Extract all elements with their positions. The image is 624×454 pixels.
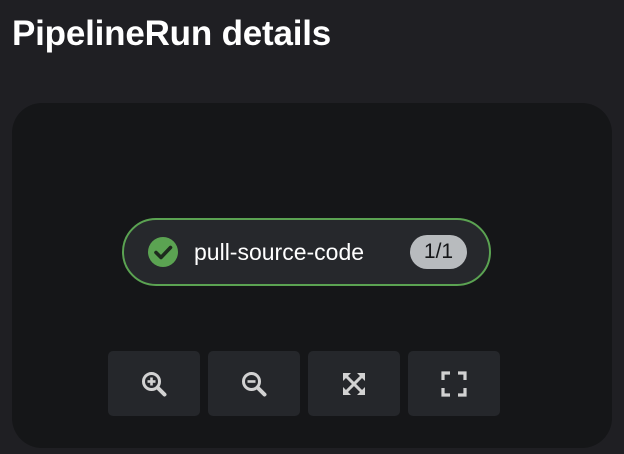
task-name: pull-source-code (194, 239, 365, 265)
topology-control-bar (108, 351, 500, 416)
zoom-out-button[interactable] (208, 351, 300, 416)
task-count-badge: 1/1 (410, 235, 467, 269)
zoom-out-icon (242, 371, 267, 396)
reset-view-button[interactable] (408, 351, 500, 416)
expand-arrows-icon (343, 372, 365, 395)
pipeline-topology-panel[interactable]: pull-source-code 1/1 (12, 103, 612, 448)
page-title: PipelineRun details (12, 14, 332, 53)
zoom-in-button[interactable] (108, 351, 200, 416)
fit-to-screen-button[interactable] (308, 351, 400, 416)
pipelinerun-details-page: PipelineRun details pull-source-code 1/1 (0, 0, 624, 454)
task-node-pull-source-code[interactable]: pull-source-code 1/1 (122, 218, 491, 286)
zoom-in-icon (142, 371, 167, 396)
check-circle-icon (148, 237, 178, 267)
fullscreen-corners-icon (441, 370, 467, 397)
